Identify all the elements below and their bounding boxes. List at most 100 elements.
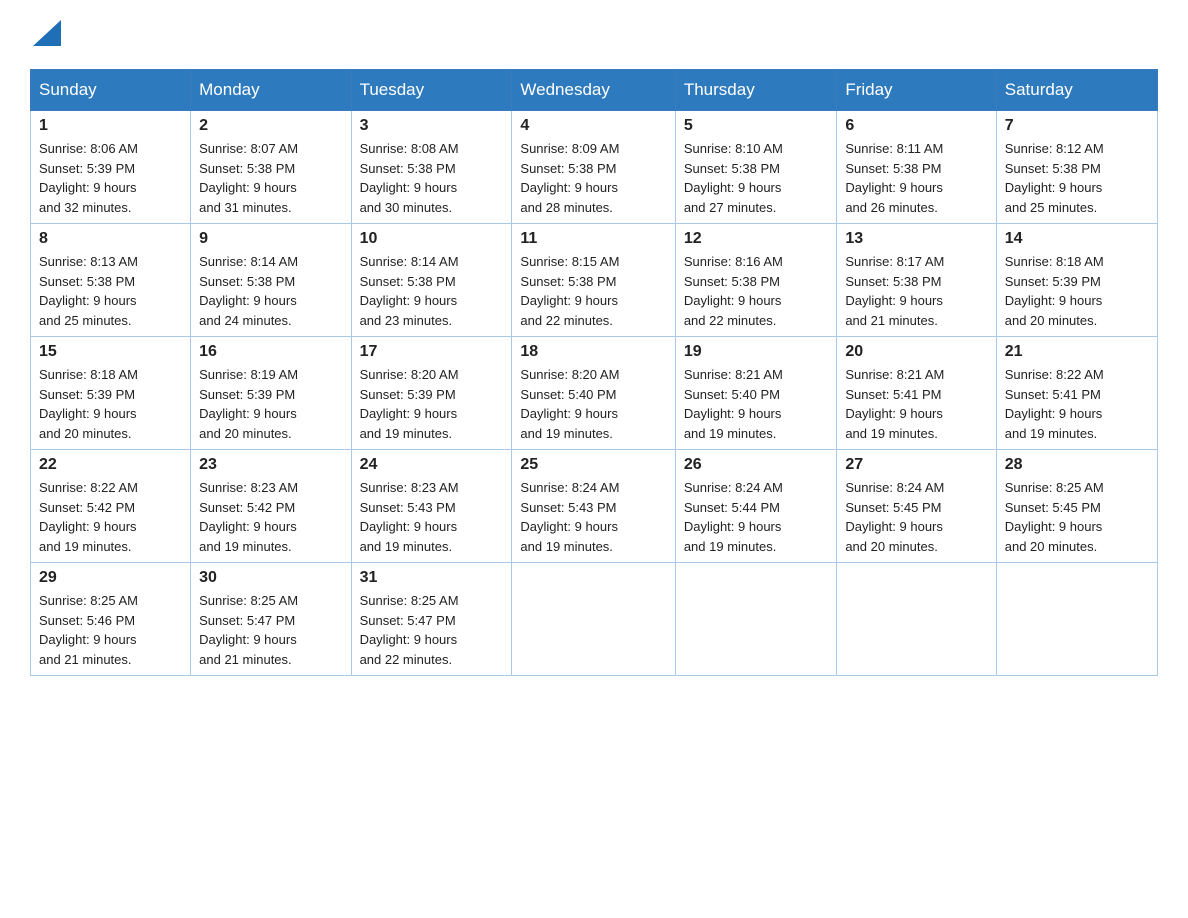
day-info: Sunrise: 8:22 AM Sunset: 5:42 PM Dayligh… xyxy=(39,478,182,556)
calendar-table: SundayMondayTuesdayWednesdayThursdayFrid… xyxy=(30,69,1158,676)
day-number: 19 xyxy=(684,343,829,361)
day-number: 3 xyxy=(360,117,504,135)
calendar-cell: 31 Sunrise: 8:25 AM Sunset: 5:47 PM Dayl… xyxy=(351,563,512,676)
day-number: 7 xyxy=(1005,117,1149,135)
day-number: 26 xyxy=(684,456,829,474)
calendar-cell: 8 Sunrise: 8:13 AM Sunset: 5:38 PM Dayli… xyxy=(31,224,191,337)
day-info: Sunrise: 8:09 AM Sunset: 5:38 PM Dayligh… xyxy=(520,139,666,217)
day-number: 28 xyxy=(1005,456,1149,474)
day-number: 1 xyxy=(39,117,182,135)
day-info: Sunrise: 8:07 AM Sunset: 5:38 PM Dayligh… xyxy=(199,139,342,217)
calendar-cell xyxy=(996,563,1157,676)
calendar-cell: 4 Sunrise: 8:09 AM Sunset: 5:38 PM Dayli… xyxy=(512,111,675,224)
day-number: 4 xyxy=(520,117,666,135)
day-info: Sunrise: 8:14 AM Sunset: 5:38 PM Dayligh… xyxy=(199,252,342,330)
day-number: 14 xyxy=(1005,230,1149,248)
day-number: 15 xyxy=(39,343,182,361)
day-number: 25 xyxy=(520,456,666,474)
day-number: 12 xyxy=(684,230,829,248)
page-header xyxy=(30,20,1158,49)
logo xyxy=(30,20,61,49)
day-number: 31 xyxy=(360,569,504,587)
day-number: 24 xyxy=(360,456,504,474)
day-info: Sunrise: 8:21 AM Sunset: 5:40 PM Dayligh… xyxy=(684,365,829,443)
day-info: Sunrise: 8:20 AM Sunset: 5:39 PM Dayligh… xyxy=(360,365,504,443)
day-info: Sunrise: 8:18 AM Sunset: 5:39 PM Dayligh… xyxy=(1005,252,1149,330)
calendar-cell: 22 Sunrise: 8:22 AM Sunset: 5:42 PM Dayl… xyxy=(31,450,191,563)
calendar-cell: 26 Sunrise: 8:24 AM Sunset: 5:44 PM Dayl… xyxy=(675,450,837,563)
day-info: Sunrise: 8:13 AM Sunset: 5:38 PM Dayligh… xyxy=(39,252,182,330)
day-number: 29 xyxy=(39,569,182,587)
day-info: Sunrise: 8:25 AM Sunset: 5:47 PM Dayligh… xyxy=(199,591,342,669)
calendar-cell: 29 Sunrise: 8:25 AM Sunset: 5:46 PM Dayl… xyxy=(31,563,191,676)
day-info: Sunrise: 8:15 AM Sunset: 5:38 PM Dayligh… xyxy=(520,252,666,330)
calendar-cell: 5 Sunrise: 8:10 AM Sunset: 5:38 PM Dayli… xyxy=(675,111,837,224)
day-info: Sunrise: 8:23 AM Sunset: 5:42 PM Dayligh… xyxy=(199,478,342,556)
day-number: 17 xyxy=(360,343,504,361)
day-info: Sunrise: 8:25 AM Sunset: 5:45 PM Dayligh… xyxy=(1005,478,1149,556)
calendar-cell: 3 Sunrise: 8:08 AM Sunset: 5:38 PM Dayli… xyxy=(351,111,512,224)
calendar-cell: 21 Sunrise: 8:22 AM Sunset: 5:41 PM Dayl… xyxy=(996,337,1157,450)
calendar-cell xyxy=(512,563,675,676)
calendar-cell xyxy=(675,563,837,676)
calendar-cell: 25 Sunrise: 8:24 AM Sunset: 5:43 PM Dayl… xyxy=(512,450,675,563)
calendar-cell: 12 Sunrise: 8:16 AM Sunset: 5:38 PM Dayl… xyxy=(675,224,837,337)
day-info: Sunrise: 8:10 AM Sunset: 5:38 PM Dayligh… xyxy=(684,139,829,217)
day-info: Sunrise: 8:23 AM Sunset: 5:43 PM Dayligh… xyxy=(360,478,504,556)
calendar-cell: 20 Sunrise: 8:21 AM Sunset: 5:41 PM Dayl… xyxy=(837,337,996,450)
calendar-cell: 13 Sunrise: 8:17 AM Sunset: 5:38 PM Dayl… xyxy=(837,224,996,337)
calendar-cell: 9 Sunrise: 8:14 AM Sunset: 5:38 PM Dayli… xyxy=(191,224,351,337)
day-number: 11 xyxy=(520,230,666,248)
day-info: Sunrise: 8:06 AM Sunset: 5:39 PM Dayligh… xyxy=(39,139,182,217)
day-number: 30 xyxy=(199,569,342,587)
day-number: 8 xyxy=(39,230,182,248)
day-info: Sunrise: 8:24 AM Sunset: 5:44 PM Dayligh… xyxy=(684,478,829,556)
calendar-cell xyxy=(837,563,996,676)
calendar-cell: 1 Sunrise: 8:06 AM Sunset: 5:39 PM Dayli… xyxy=(31,111,191,224)
calendar-cell: 24 Sunrise: 8:23 AM Sunset: 5:43 PM Dayl… xyxy=(351,450,512,563)
day-info: Sunrise: 8:11 AM Sunset: 5:38 PM Dayligh… xyxy=(845,139,987,217)
calendar-cell: 28 Sunrise: 8:25 AM Sunset: 5:45 PM Dayl… xyxy=(996,450,1157,563)
calendar-week-row: 29 Sunrise: 8:25 AM Sunset: 5:46 PM Dayl… xyxy=(31,563,1158,676)
calendar-cell: 15 Sunrise: 8:18 AM Sunset: 5:39 PM Dayl… xyxy=(31,337,191,450)
day-number: 27 xyxy=(845,456,987,474)
logo-triangle-icon xyxy=(33,20,61,46)
day-number: 16 xyxy=(199,343,342,361)
col-header-saturday: Saturday xyxy=(996,70,1157,111)
col-header-wednesday: Wednesday xyxy=(512,70,675,111)
day-info: Sunrise: 8:21 AM Sunset: 5:41 PM Dayligh… xyxy=(845,365,987,443)
calendar-week-row: 1 Sunrise: 8:06 AM Sunset: 5:39 PM Dayli… xyxy=(31,111,1158,224)
calendar-cell: 27 Sunrise: 8:24 AM Sunset: 5:45 PM Dayl… xyxy=(837,450,996,563)
day-number: 18 xyxy=(520,343,666,361)
day-number: 23 xyxy=(199,456,342,474)
day-info: Sunrise: 8:12 AM Sunset: 5:38 PM Dayligh… xyxy=(1005,139,1149,217)
calendar-cell: 16 Sunrise: 8:19 AM Sunset: 5:39 PM Dayl… xyxy=(191,337,351,450)
day-info: Sunrise: 8:24 AM Sunset: 5:45 PM Dayligh… xyxy=(845,478,987,556)
calendar-cell: 10 Sunrise: 8:14 AM Sunset: 5:38 PM Dayl… xyxy=(351,224,512,337)
calendar-cell: 30 Sunrise: 8:25 AM Sunset: 5:47 PM Dayl… xyxy=(191,563,351,676)
day-number: 20 xyxy=(845,343,987,361)
day-number: 9 xyxy=(199,230,342,248)
day-number: 5 xyxy=(684,117,829,135)
day-info: Sunrise: 8:16 AM Sunset: 5:38 PM Dayligh… xyxy=(684,252,829,330)
day-info: Sunrise: 8:20 AM Sunset: 5:40 PM Dayligh… xyxy=(520,365,666,443)
col-header-sunday: Sunday xyxy=(31,70,191,111)
col-header-thursday: Thursday xyxy=(675,70,837,111)
day-info: Sunrise: 8:19 AM Sunset: 5:39 PM Dayligh… xyxy=(199,365,342,443)
day-info: Sunrise: 8:22 AM Sunset: 5:41 PM Dayligh… xyxy=(1005,365,1149,443)
calendar-week-row: 15 Sunrise: 8:18 AM Sunset: 5:39 PM Dayl… xyxy=(31,337,1158,450)
calendar-cell: 18 Sunrise: 8:20 AM Sunset: 5:40 PM Dayl… xyxy=(512,337,675,450)
day-info: Sunrise: 8:25 AM Sunset: 5:47 PM Dayligh… xyxy=(360,591,504,669)
calendar-cell: 23 Sunrise: 8:23 AM Sunset: 5:42 PM Dayl… xyxy=(191,450,351,563)
day-number: 2 xyxy=(199,117,342,135)
calendar-cell: 11 Sunrise: 8:15 AM Sunset: 5:38 PM Dayl… xyxy=(512,224,675,337)
calendar-cell: 17 Sunrise: 8:20 AM Sunset: 5:39 PM Dayl… xyxy=(351,337,512,450)
day-number: 22 xyxy=(39,456,182,474)
day-number: 10 xyxy=(360,230,504,248)
calendar-week-row: 22 Sunrise: 8:22 AM Sunset: 5:42 PM Dayl… xyxy=(31,450,1158,563)
calendar-cell: 7 Sunrise: 8:12 AM Sunset: 5:38 PM Dayli… xyxy=(996,111,1157,224)
day-info: Sunrise: 8:25 AM Sunset: 5:46 PM Dayligh… xyxy=(39,591,182,669)
day-info: Sunrise: 8:08 AM Sunset: 5:38 PM Dayligh… xyxy=(360,139,504,217)
day-info: Sunrise: 8:24 AM Sunset: 5:43 PM Dayligh… xyxy=(520,478,666,556)
day-info: Sunrise: 8:18 AM Sunset: 5:39 PM Dayligh… xyxy=(39,365,182,443)
